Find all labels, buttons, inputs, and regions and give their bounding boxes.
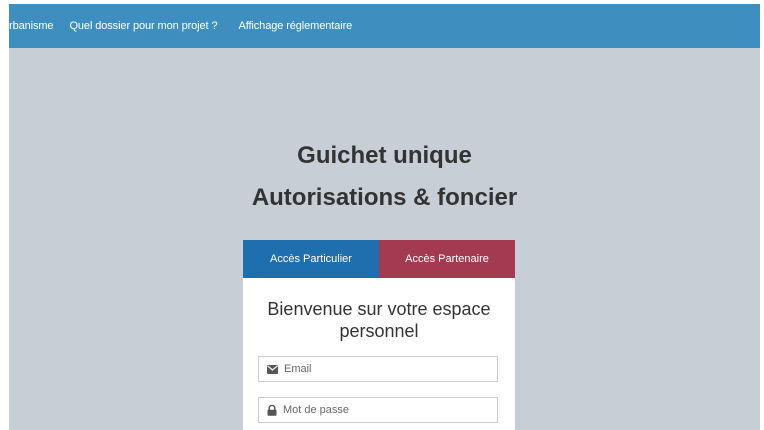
nav-link-urbanisme[interactable]: rbanisme [9,20,54,32]
password-input[interactable] [283,404,483,416]
welcome-heading: Bienvenue sur votre espace personnel [267,299,491,341]
nav-link-quel-dossier[interactable]: Quel dossier pour mon projet ? [69,20,217,32]
lock-icon [267,404,277,416]
access-tabs: Accès Particulier Accès Partenaire [243,240,515,278]
email-field[interactable] [258,356,498,382]
password-field[interactable] [258,397,498,423]
tab-acces-particulier[interactable]: Accès Particulier [243,240,379,278]
page-subtitle: Autorisations & foncier [251,184,518,211]
login-card: Bienvenue sur votre espace personnel [243,278,515,430]
tab-acces-partenaire[interactable]: Accès Partenaire [379,240,515,278]
page-background: rbanisme Quel dossier pour mon projet ? … [9,4,760,430]
top-navbar: rbanisme Quel dossier pour mon projet ? … [9,4,760,48]
nav-link-affichage[interactable]: Affichage réglementaire [238,20,352,32]
email-input[interactable] [284,363,484,375]
page-title: Guichet unique [297,142,472,169]
envelope-icon [267,364,278,374]
